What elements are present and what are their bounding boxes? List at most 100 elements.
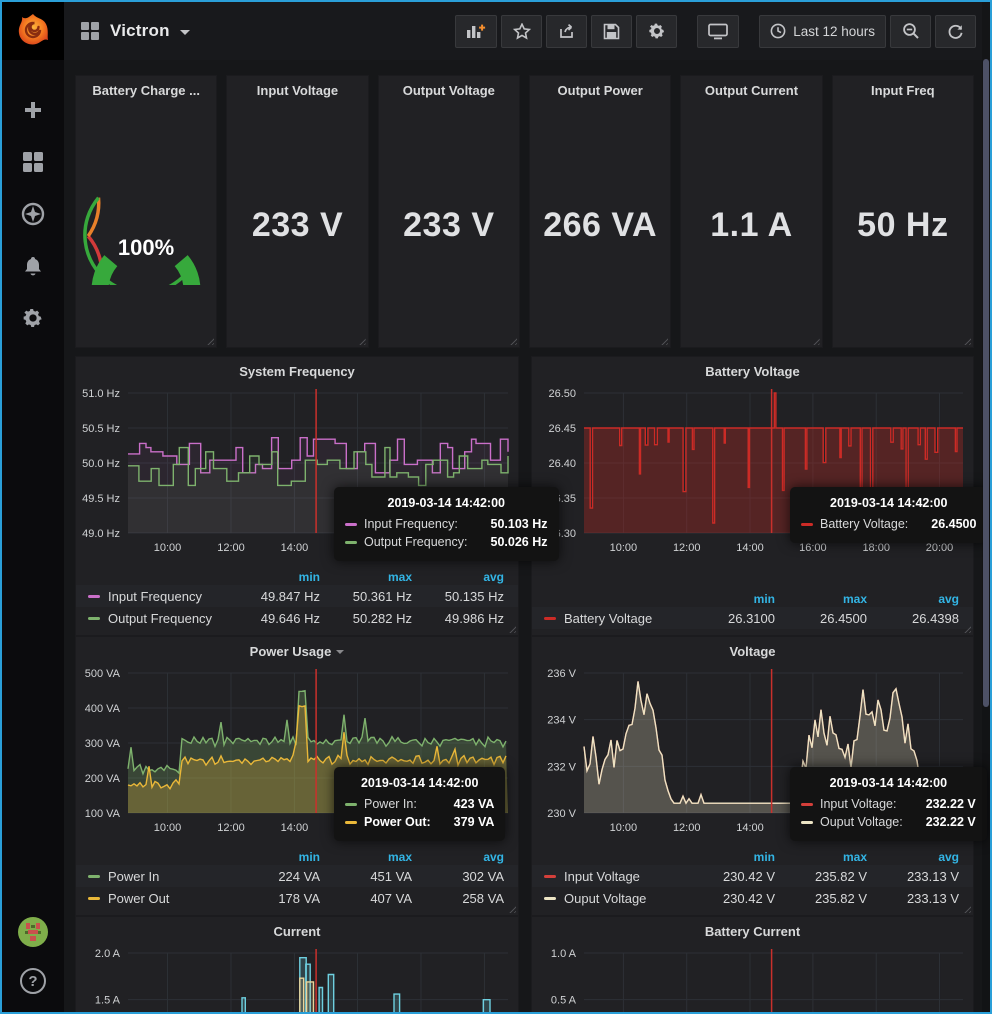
legend-row[interactable]: Output Frequency49.646 Hz50.282 Hz49.986… — [76, 607, 518, 629]
legend-col-max[interactable]: max — [775, 592, 867, 606]
time-range-label: Last 12 hours — [793, 24, 875, 39]
tooltip-series-row: Input Voltage:232.22 V — [801, 797, 976, 811]
series-color-swatch[interactable] — [544, 875, 556, 878]
panel-title[interactable]: Battery Voltage — [532, 357, 973, 385]
series-name[interactable]: Battery Voltage — [564, 611, 652, 626]
svg-text:10:00: 10:00 — [154, 822, 182, 834]
chart-legend: minmaxavgInput Voltage230.42 V235.82 V23… — [532, 848, 973, 915]
panel-title[interactable]: System Frequency — [76, 357, 518, 385]
legend-col-max[interactable]: max — [775, 850, 867, 864]
legend-col-max[interactable]: max — [320, 850, 412, 864]
panel-output-current: Output Current 1.1 A — [680, 75, 822, 348]
grafana-logo[interactable] — [2, 2, 64, 60]
legend-stats-header: minmaxavg — [532, 848, 973, 865]
legend-col-max[interactable]: max — [320, 570, 412, 584]
svg-text:500 VA: 500 VA — [85, 668, 121, 680]
legend-row[interactable]: Power Out178 VA407 VA258 VA — [76, 887, 518, 909]
legend-row[interactable]: Ouput Voltage230.42 V235.82 V233.13 V — [532, 887, 973, 909]
series-color-swatch[interactable] — [544, 897, 556, 900]
svg-text:100 VA: 100 VA — [85, 808, 121, 820]
series-name[interactable]: Input Voltage — [564, 869, 640, 884]
panel-menu-caret[interactable] — [336, 650, 344, 654]
create-plus-icon[interactable] — [19, 96, 47, 124]
dashboard-dropdown-caret[interactable] — [180, 30, 190, 35]
panel-title[interactable]: Battery Current — [532, 917, 973, 945]
dashboard-grid-icon[interactable] — [80, 21, 100, 41]
chart-plot[interactable]: 1.0 A0.5 A — [532, 945, 973, 1012]
monitor-icon — [708, 23, 728, 40]
dashboard-title[interactable]: Victron — [110, 21, 170, 41]
tooltip-series-label: Ouput Voltage: — [820, 815, 903, 829]
chart-area[interactable]: 1.0 A0.5 A — [532, 945, 973, 1012]
panel-title[interactable]: Voltage — [532, 637, 973, 665]
series-name[interactable]: Power Out — [108, 891, 169, 906]
legend-col-min[interactable]: min — [228, 850, 320, 864]
series-name[interactable]: Output Frequency — [108, 611, 212, 626]
panel-title[interactable]: Battery Charge ... — [76, 76, 216, 104]
help-icon[interactable]: ? — [20, 968, 46, 994]
legend-row[interactable]: Power In224 VA451 VA302 VA — [76, 865, 518, 887]
chart-legend: minmaxavgInput Frequency49.847 Hz50.361 … — [76, 568, 518, 635]
explore-compass-icon[interactable] — [19, 200, 47, 228]
series-name[interactable]: Ouput Voltage — [564, 891, 646, 906]
legend-col-min[interactable]: min — [683, 592, 775, 606]
series-color-swatch[interactable] — [88, 875, 100, 878]
save-icon — [603, 23, 620, 40]
chart-plot[interactable]: 2.0 A1.5 A — [76, 945, 518, 1012]
legend-col-avg[interactable]: avg — [867, 592, 959, 606]
graph-tooltip: 2019-03-14 14:42:00Power In:423 VAPower … — [334, 767, 505, 841]
save-dashboard-button[interactable] — [591, 15, 632, 48]
page-scrollbar[interactable] — [982, 2, 990, 1012]
tooltip-series-label: Battery Voltage: — [820, 517, 908, 531]
share-dashboard-button[interactable] — [546, 15, 587, 48]
svg-text:49.5 Hz: 49.5 Hz — [82, 493, 120, 505]
tooltip-series-value: 423 VA — [438, 797, 495, 811]
tooltip-series-row: Output Frequency:50.026 Hz — [345, 535, 548, 549]
svg-text:234 V: 234 V — [547, 715, 576, 727]
user-avatar[interactable] — [18, 917, 48, 952]
legend-col-min[interactable]: min — [683, 850, 775, 864]
panel-title[interactable]: Current — [76, 917, 518, 945]
series-stat-value: 233.13 V — [867, 891, 959, 906]
panel-title[interactable]: Power Usage — [76, 637, 518, 665]
legend-row[interactable]: Battery Voltage26.310026.450026.4398 — [532, 607, 973, 629]
legend-col-avg[interactable]: avg — [867, 850, 959, 864]
tooltip-series-row: Battery Voltage: 26.4500 — [801, 517, 976, 531]
panel-title[interactable]: Input Freq — [833, 76, 973, 104]
series-name[interactable]: Power In — [108, 869, 159, 884]
series-color-swatch — [801, 803, 813, 806]
panel-title[interactable]: Output Current — [681, 76, 821, 104]
add-panel-button[interactable] — [455, 15, 497, 48]
time-range-button[interactable]: Last 12 hours — [759, 15, 886, 48]
svg-text:50.0 Hz: 50.0 Hz — [82, 458, 120, 470]
series-color-swatch[interactable] — [88, 595, 100, 598]
configuration-gear-icon[interactable] — [19, 304, 47, 332]
series-color-swatch[interactable] — [88, 897, 100, 900]
tooltip-series-value: 379 VA — [438, 815, 495, 829]
panel-title[interactable]: Input Voltage — [227, 76, 367, 104]
legend-row[interactable]: Input Frequency49.847 Hz50.361 Hz50.135 … — [76, 585, 518, 607]
dashboard-settings-button[interactable] — [636, 15, 677, 48]
svg-text:26.45: 26.45 — [548, 423, 576, 435]
chart-area[interactable]: 2.0 A1.5 A — [76, 945, 518, 1012]
series-stat-value: 235.82 V — [775, 869, 867, 884]
sidebar: ? — [2, 2, 64, 1012]
legend-col-min[interactable]: min — [228, 570, 320, 584]
legend-col-avg[interactable]: avg — [412, 850, 504, 864]
refresh-button[interactable] — [935, 15, 976, 48]
legend-col-avg[interactable]: avg — [412, 570, 504, 584]
series-stat-value: 50.282 Hz — [320, 611, 412, 626]
scrollbar-thumb[interactable] — [983, 59, 989, 707]
tv-mode-button[interactable] — [697, 15, 739, 48]
alerting-bell-icon[interactable] — [19, 252, 47, 280]
series-name[interactable]: Input Frequency — [108, 589, 202, 604]
legend-row[interactable]: Input Voltage230.42 V235.82 V233.13 V — [532, 865, 973, 887]
star-dashboard-button[interactable] — [501, 15, 542, 48]
panel-title[interactable]: Output Power — [530, 76, 670, 104]
dashboards-grid-icon[interactable] — [19, 148, 47, 176]
zoom-out-button[interactable] — [890, 15, 931, 48]
panel-title[interactable]: Output Voltage — [379, 76, 519, 104]
tooltip-series-value: 26.4500 — [915, 517, 976, 531]
series-color-swatch[interactable] — [88, 617, 100, 620]
series-color-swatch[interactable] — [544, 617, 556, 620]
